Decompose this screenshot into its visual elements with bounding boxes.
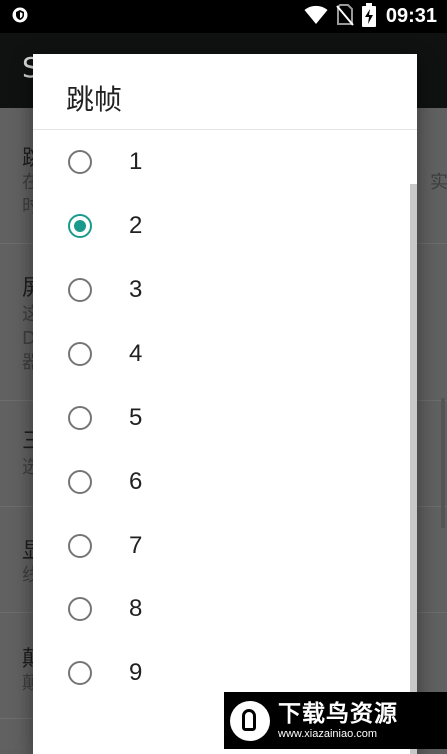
status-bar: 09:31 bbox=[0, 0, 447, 33]
radio-option-8[interactable]: 8 bbox=[33, 577, 407, 641]
radio-option-label: 5 bbox=[129, 404, 143, 431]
radio-option-6[interactable]: 6 bbox=[33, 450, 407, 514]
radio-option-4[interactable]: 4 bbox=[33, 322, 407, 386]
radio-option-label: 1 bbox=[129, 148, 143, 175]
clock: 09:31 bbox=[385, 5, 437, 27]
dialog-scrollbar[interactable] bbox=[410, 184, 417, 754]
radio-button[interactable] bbox=[68, 342, 92, 366]
watermark-url: www.xiazainiao.com bbox=[278, 727, 378, 740]
shield-icon bbox=[12, 7, 28, 27]
radio-option-3[interactable]: 3 bbox=[33, 258, 407, 322]
radio-button[interactable] bbox=[68, 278, 92, 302]
frame-skip-dialog: 跳帧 1 2 3 4 5 6 7 8 9 bbox=[33, 54, 417, 754]
bird-logo-icon bbox=[230, 700, 270, 741]
radio-option-label: 6 bbox=[129, 468, 143, 495]
radio-option-2[interactable]: 2 bbox=[33, 194, 407, 258]
radio-option-label: 8 bbox=[129, 595, 143, 622]
radio-option-label: 3 bbox=[129, 276, 143, 303]
radio-option-5[interactable]: 5 bbox=[33, 386, 407, 450]
radio-button[interactable] bbox=[68, 406, 92, 430]
radio-option-label: 9 bbox=[129, 659, 143, 686]
radio-button[interactable] bbox=[68, 470, 92, 494]
settings-list-scrollbar[interactable] bbox=[441, 398, 445, 528]
radio-button-checked[interactable] bbox=[68, 214, 92, 238]
radio-button[interactable] bbox=[68, 534, 92, 558]
radio-option-label: 7 bbox=[129, 532, 143, 559]
radio-button[interactable] bbox=[68, 150, 92, 174]
radio-button[interactable] bbox=[68, 597, 92, 621]
dialog-title: 跳帧 bbox=[66, 83, 123, 116]
watermark: 下载鸟资源 www.xiazainiao.com bbox=[224, 692, 447, 749]
settings-row-subtitle: 实 bbox=[430, 172, 447, 193]
radio-option-label: 4 bbox=[129, 340, 143, 367]
radio-button[interactable] bbox=[68, 661, 92, 685]
watermark-text: 下载鸟资源 bbox=[278, 700, 398, 727]
no-sim-icon bbox=[336, 3, 354, 30]
wifi-icon bbox=[304, 5, 328, 29]
radio-option-1[interactable]: 1 bbox=[33, 130, 407, 194]
battery-charging-icon bbox=[361, 2, 376, 31]
radio-option-7[interactable]: 7 bbox=[33, 514, 407, 578]
radio-option-label: 2 bbox=[129, 212, 143, 239]
